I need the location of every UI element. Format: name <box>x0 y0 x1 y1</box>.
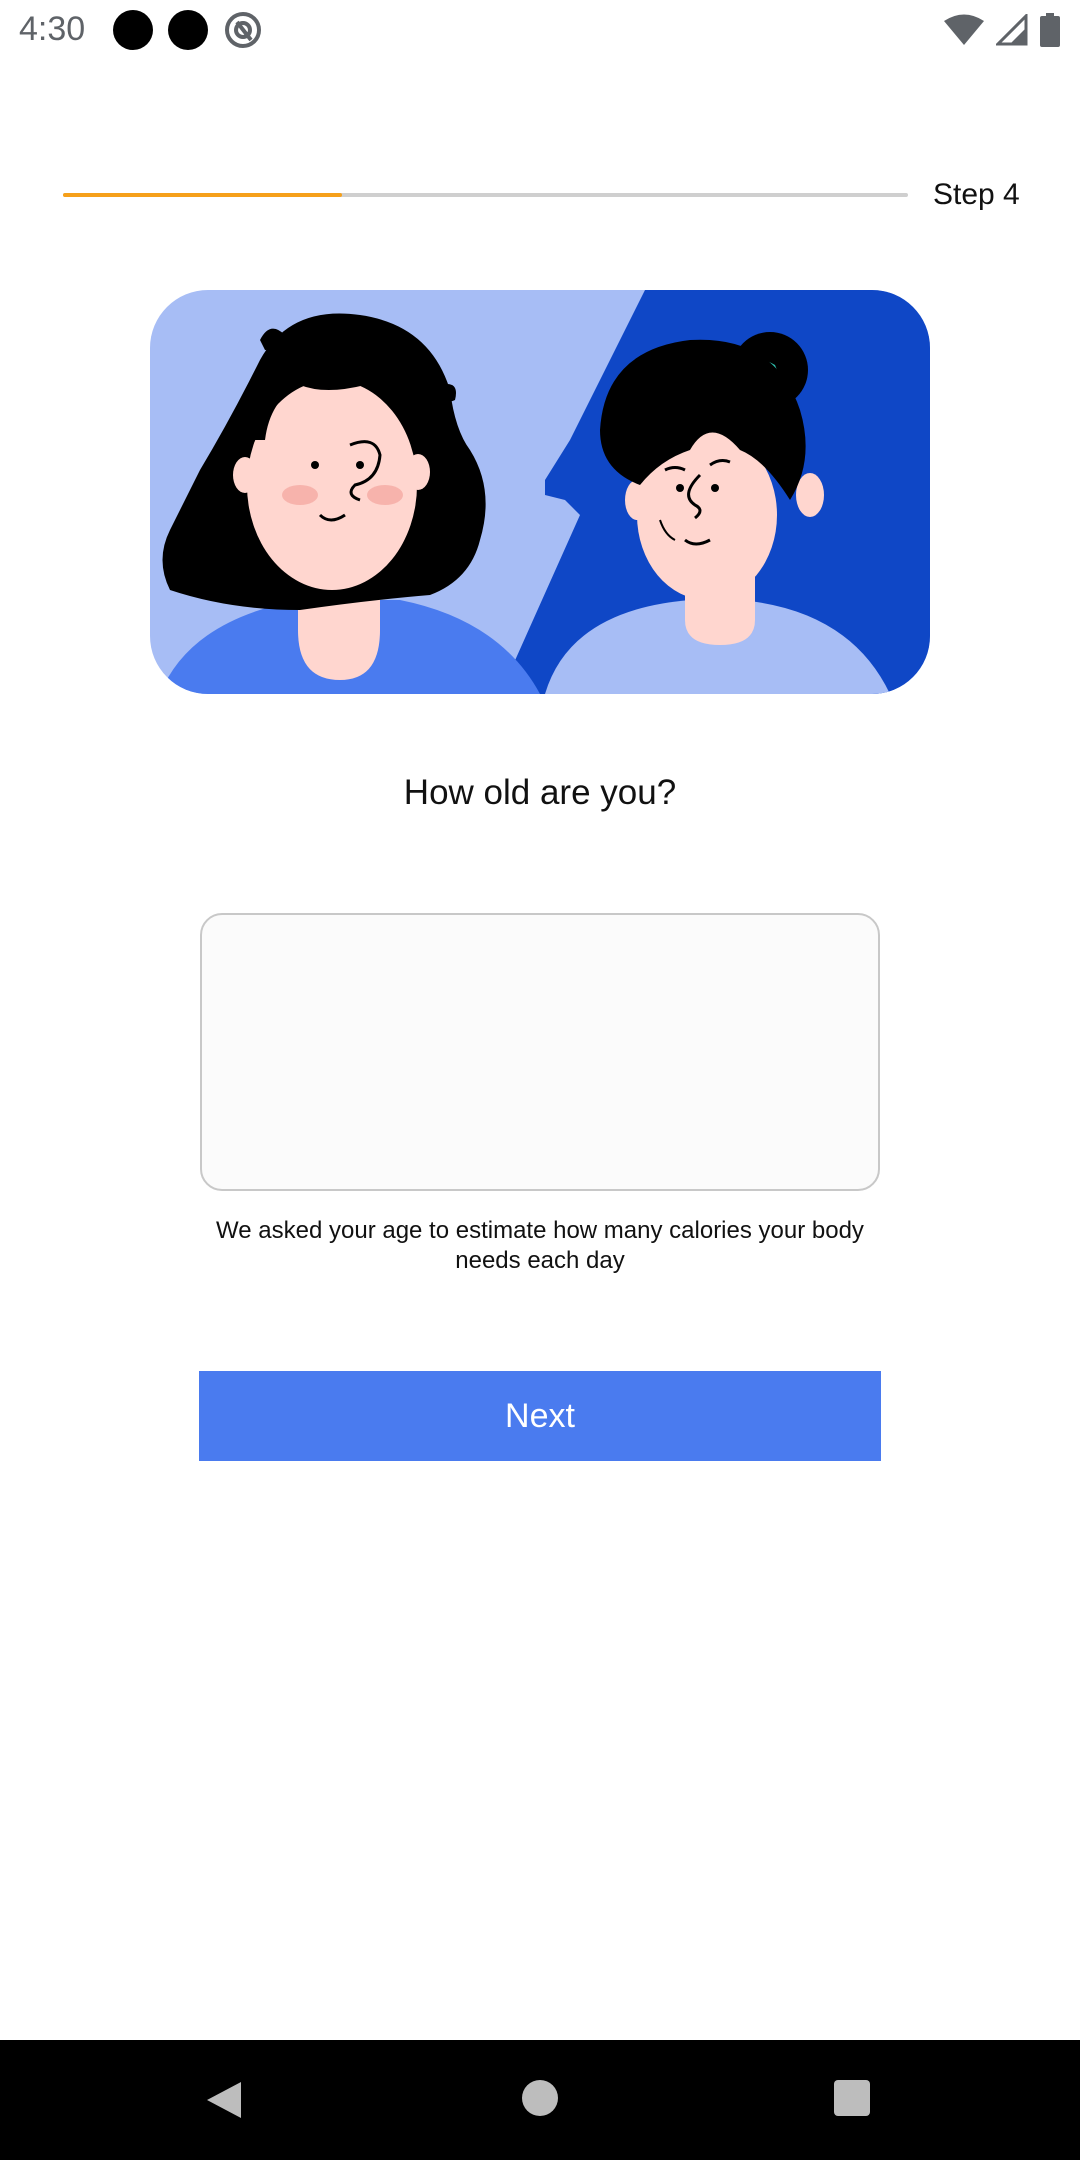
status-right-icons <box>944 12 1060 48</box>
back-triangle-icon[interactable] <box>205 2080 243 2120</box>
wifi-icon <box>944 14 984 45</box>
age-question: How old are you? <box>403 773 677 812</box>
home-circle-icon[interactable] <box>522 2080 558 2116</box>
recents-square-icon[interactable] <box>834 2080 870 2116</box>
status-bar: 4:30 <box>0 0 1080 63</box>
notification-dot-icon <box>168 10 208 50</box>
step-label: Step 4 <box>933 178 1020 211</box>
onboarding-age-screen: 4:30 Step 4 How old are you? We asked yo… <box>0 0 1080 2160</box>
navigation-bar <box>0 2040 1080 2160</box>
battery-icon <box>1040 13 1060 47</box>
at-sign-icon <box>225 12 261 48</box>
status-time: 4:30 <box>19 10 86 48</box>
next-button[interactable]: Next <box>199 1371 881 1461</box>
progress-track <box>63 193 908 197</box>
cell-signal-icon <box>996 14 1028 46</box>
progress-fill <box>63 193 342 197</box>
age-input[interactable] <box>200 913 880 1191</box>
young-and-older-woman-illustration <box>150 290 930 694</box>
helper-text: We asked your age to estimate how many c… <box>216 1217 864 1274</box>
notification-dot-icon <box>113 10 153 50</box>
